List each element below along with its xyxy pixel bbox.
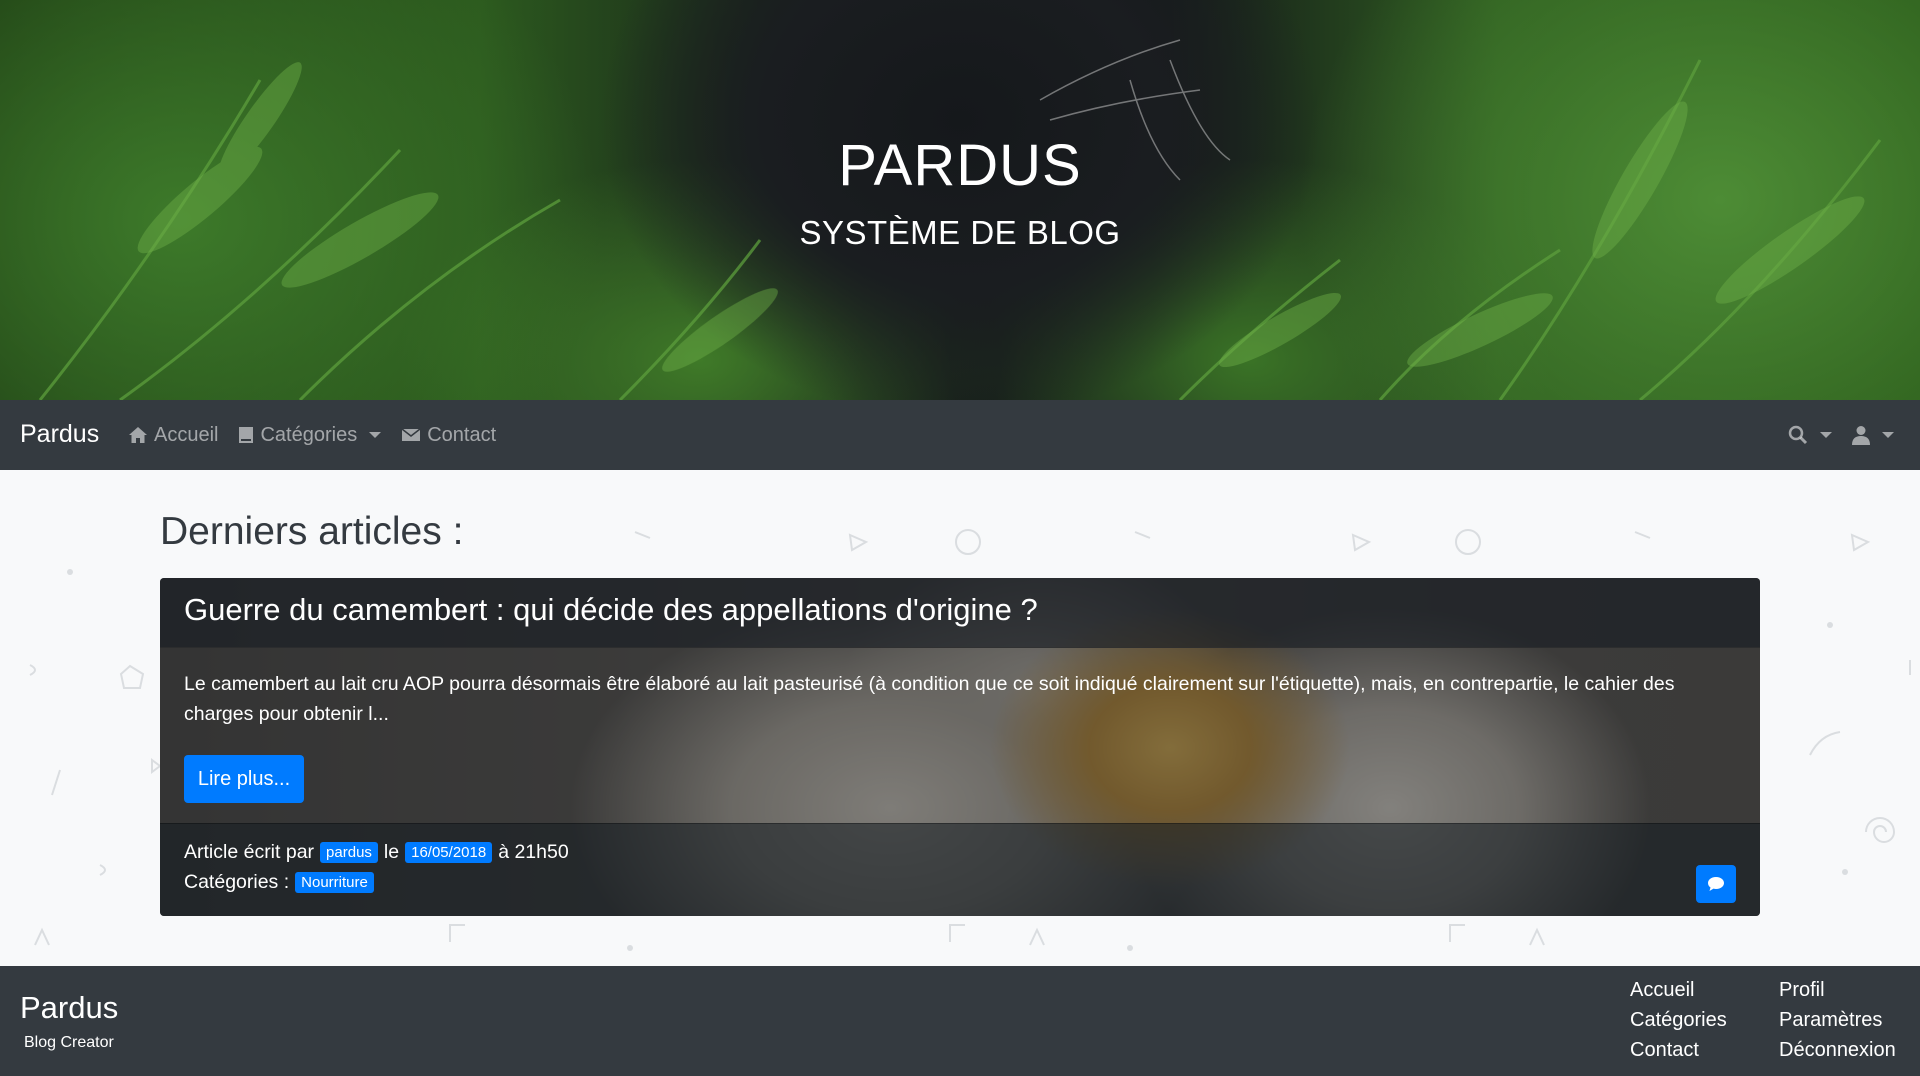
category-badge[interactable]: Nourriture — [295, 872, 374, 893]
comment-icon — [1708, 877, 1724, 891]
home-icon — [129, 427, 147, 443]
hero-title: PARDUS — [838, 133, 1082, 198]
fern-background-image — [38, 39, 1882, 400]
nav-items: Accueil Catégories Contact — [128, 400, 496, 470]
hero-subtitle: SYSTÈME DE BLOG — [799, 214, 1121, 251]
envelope-icon — [401, 428, 421, 441]
article-card-header: Guerre du camembert : qui décide des app… — [160, 578, 1760, 648]
footer-links-account: Profil Paramètres Déconnexion — [1779, 978, 1896, 1062]
chevron-down-icon — [369, 432, 382, 438]
footer-brand: Pardus — [20, 990, 119, 1025]
author-badge[interactable]: pardus — [320, 842, 378, 863]
footer-link-contact[interactable]: Contact — [1630, 1038, 1727, 1062]
categories-label: Catégories : — [184, 871, 290, 893]
footer-link-profil[interactable]: Profil — [1779, 978, 1896, 1002]
footer-link-parametres[interactable]: Paramètres — [1779, 1008, 1896, 1032]
section-title: Derniers articles : — [160, 510, 464, 553]
article-excerpt: Le camembert au lait cru AOP pourra déso… — [184, 673, 1675, 725]
comments-button[interactable] — [1696, 865, 1736, 903]
nav-item-accueil[interactable]: Accueil — [128, 424, 218, 447]
article-card: Guerre du camembert : qui décide des app… — [160, 578, 1760, 916]
article-title[interactable]: Guerre du camembert : qui décide des app… — [184, 592, 1038, 628]
search-icon — [1788, 425, 1808, 445]
nav-right — [1788, 400, 1894, 470]
article-card-footer: Article écrit par pardus le 16/05/2018 à… — [160, 823, 1760, 916]
footer-tagline: Blog Creator — [24, 1034, 114, 1051]
user-icon — [1852, 426, 1870, 445]
user-dropdown[interactable] — [1852, 425, 1894, 445]
book-icon — [239, 427, 254, 443]
nav-item-contact[interactable]: Contact — [401, 424, 496, 447]
navbar-brand[interactable]: Pardus — [20, 420, 99, 449]
chevron-down-icon — [1882, 432, 1894, 438]
date-badge: 16/05/2018 — [405, 842, 493, 863]
meta-time: à 21h50 — [498, 841, 569, 863]
nav-item-label: Catégories — [260, 423, 358, 446]
search-dropdown[interactable] — [1788, 425, 1832, 445]
nav-item-categories[interactable]: Catégories — [238, 423, 382, 447]
chevron-down-icon — [1820, 432, 1832, 438]
meta-written-by-label: Article écrit par — [184, 841, 315, 863]
footer-links-main: Accueil Catégories Contact — [1630, 978, 1727, 1062]
article-card-body: Le camembert au lait cru AOP pourra déso… — [160, 647, 1760, 823]
footer-link-categories[interactable]: Catégories — [1630, 1008, 1727, 1032]
footer: Pardus Blog Creator Accueil Catégories C… — [0, 966, 1920, 1076]
main-content: Derniers articles : Guerre du camembert … — [0, 470, 1920, 966]
footer-link-accueil[interactable]: Accueil — [1630, 978, 1727, 1002]
hero-banner: PARDUS SYSTÈME DE BLOG — [0, 0, 1920, 400]
article-meta-author-date: Article écrit par pardus le 16/05/2018 à… — [184, 841, 569, 864]
footer-link-deconnexion[interactable]: Déconnexion — [1779, 1038, 1896, 1062]
nav-item-label: Accueil — [154, 423, 219, 446]
nav-item-label: Contact — [427, 423, 497, 446]
article-meta-categories: Catégories : Nourriture — [184, 871, 374, 894]
navbar: Pardus Accueil Catégories Contact — [0, 400, 1920, 470]
read-more-button[interactable]: Lire plus... — [184, 755, 304, 803]
meta-on-label: le — [383, 841, 400, 863]
